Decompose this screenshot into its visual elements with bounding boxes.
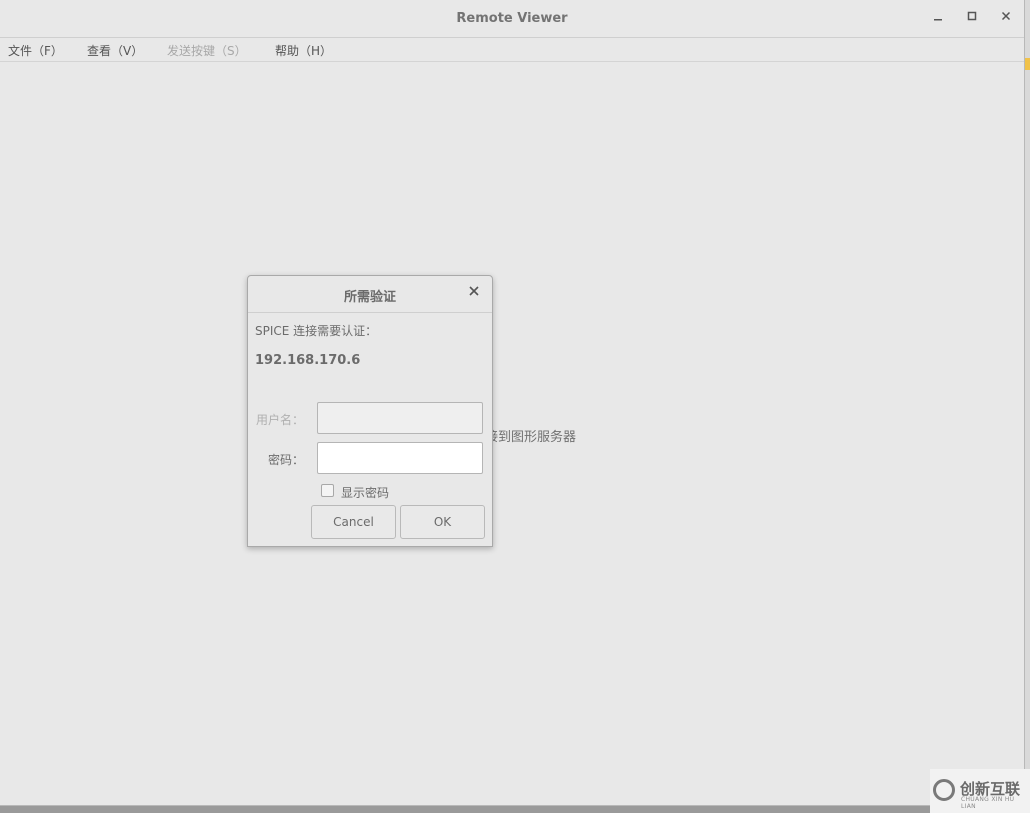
cancel-button[interactable]: Cancel (311, 505, 396, 539)
background-app-edge (1025, 0, 1030, 813)
password-label: 密码： (267, 453, 304, 467)
maximize-icon[interactable] (964, 10, 980, 26)
remote-viewer-window: Remote Viewer 文件（F） 查看（V） 发送按键（S） 帮助（H） … (0, 0, 1025, 806)
username-field[interactable] (317, 402, 483, 434)
menu-bar: 文件（F） 查看（V） 发送按键（S） 帮助（H） (0, 38, 1024, 62)
dialog-close-icon[interactable] (466, 285, 482, 301)
connection-status-message: 接到图形服务器 (485, 430, 577, 445)
dialog-title: 所需验证 (343, 290, 396, 305)
show-password-label[interactable]: 显示密码 (341, 484, 389, 501)
window-title: Remote Viewer (456, 11, 568, 26)
dialog-header[interactable]: 所需验证 (248, 276, 492, 313)
minimize-icon[interactable] (930, 10, 946, 26)
watermark-subtext: CHUANG XIN HU LIAN (961, 796, 1015, 810)
title-bar[interactable]: Remote Viewer (0, 0, 1024, 38)
watermark-logo-icon (933, 779, 955, 801)
authentication-dialog: 所需验证 SPICE 连接需要认证： 192.168.170.6 用户名： 密码… (247, 275, 493, 547)
server-address: 192.168.170.6 (255, 353, 361, 368)
menu-view[interactable]: 查看（V） (87, 42, 143, 59)
close-icon[interactable] (998, 10, 1014, 26)
menu-file[interactable]: 文件（F） (8, 42, 63, 59)
menu-send-key[interactable]: 发送按键（S） (167, 42, 247, 59)
watermark: 创新互联 CHUANG XIN HU LIAN (930, 769, 1030, 813)
ok-button[interactable]: OK (400, 505, 485, 539)
password-field[interactable] (317, 442, 483, 474)
show-password-checkbox[interactable] (321, 484, 334, 497)
auth-prompt: SPICE 连接需要认证： (255, 324, 378, 338)
username-label: 用户名： (255, 413, 304, 427)
menu-help[interactable]: 帮助（H） (275, 42, 332, 59)
